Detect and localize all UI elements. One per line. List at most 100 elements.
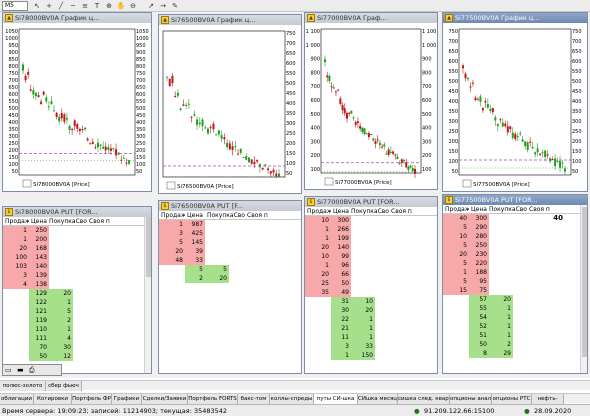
empty-cell[interactable] <box>49 235 73 244</box>
price-cell[interactable]: 220 <box>469 259 489 268</box>
ask-volume[interactable]: 1 <box>305 225 331 234</box>
ask-volume[interactable]: 20 <box>305 243 331 252</box>
vertical-scrollbar[interactable] <box>580 205 587 373</box>
ask-volume[interactable]: 5 <box>443 259 469 268</box>
col-own[interactable]: Своя п <box>245 211 275 219</box>
chart-window-title[interactable]: ▲ Si77500BV0A График ц... <box>443 13 587 23</box>
ask-volume[interactable]: 25 <box>305 279 331 288</box>
chart-window-2[interactable]: ▲ Si76500BV0A График ц... 750 700 650 600 550… <box>158 14 302 194</box>
empty-cell[interactable] <box>3 307 29 316</box>
ask-volume[interactable]: 1 <box>305 261 331 270</box>
text-icon[interactable]: T <box>92 1 102 11</box>
empty-cell[interactable] <box>205 238 229 247</box>
ask-volume[interactable]: 3 <box>159 229 185 238</box>
ask-volume[interactable]: 1 <box>443 268 469 277</box>
ask-volume[interactable]: 10 <box>305 252 331 261</box>
col-price[interactable]: Цена <box>185 211 205 219</box>
price-cell[interactable]: 31 <box>331 297 351 306</box>
price-cell[interactable]: 139 <box>29 271 49 280</box>
empty-cell[interactable] <box>205 256 229 265</box>
col-buy[interactable]: ПокупкаСвоя п <box>349 207 389 215</box>
price-cell[interactable]: 300 <box>331 216 351 225</box>
bid-volume[interactable]: 1 <box>351 324 375 333</box>
price-cell[interactable]: 8 <box>469 349 489 358</box>
empty-cell[interactable] <box>489 277 513 286</box>
chart-window-title[interactable]: ▲ Si77000BV0A Граф... <box>305 13 437 23</box>
empty-cell[interactable] <box>489 286 513 295</box>
price-cell[interactable]: 54 <box>469 313 489 322</box>
price-cell[interactable]: 30 <box>331 306 351 315</box>
orderbook-window-title[interactable]: $ Si77500BV0A PUT [FOR... <box>443 195 587 205</box>
chart-area[interactable]: 1 100 1 000 900 800 700 600 500 400 300 200 100 1 1… <box>305 23 437 189</box>
empty-cell[interactable] <box>305 351 331 360</box>
zoom-in-icon[interactable]: ⊕ <box>104 1 114 11</box>
sheet-tab[interactable]: бакс-том <box>238 394 270 404</box>
arrow-tool-icon[interactable]: ↗ <box>146 1 156 11</box>
chart-window-4[interactable]: ▲ Si77500BV0A График ц... 750 700 650 600 550… <box>442 12 588 192</box>
price-cell[interactable]: 250 <box>469 241 489 250</box>
ask-volume[interactable]: 10 <box>443 232 469 241</box>
col-sell[interactable]: Продаж <box>305 207 331 215</box>
empty-cell[interactable] <box>351 216 375 225</box>
empty-cell[interactable] <box>443 295 469 304</box>
empty-cell[interactable] <box>3 289 29 298</box>
sheet-tab[interactable]: Портфель FORTS <box>188 394 238 404</box>
chart-area[interactable]: 750 700 650 600 550 500 450 400 350 300 250 200 150 1… <box>159 25 301 193</box>
empty-cell[interactable] <box>3 325 29 334</box>
ask-volume[interactable]: 20 <box>159 247 185 256</box>
orderbook-rows[interactable]: 10 300 1 266 1 199 20 140 10 99 1 96 20 66 25 50 35 49 31 1… <box>305 216 437 373</box>
bid-volume[interactable]: 20 <box>49 289 73 298</box>
sheet-tab[interactable]: опционы РТС <box>492 394 532 404</box>
chart-window-title[interactable]: ▲ Si76500BV0A График ц... <box>159 15 301 25</box>
price-cell[interactable]: 3 <box>331 342 351 351</box>
price-cell[interactable]: 50 <box>29 352 49 361</box>
col-sell[interactable]: Продаж <box>443 205 469 213</box>
price-cell[interactable]: 1 <box>331 351 351 360</box>
bid-volume[interactable]: 1 <box>489 304 513 313</box>
col-own[interactable]: Своя п <box>389 207 419 215</box>
ask-volume[interactable]: 5 <box>159 238 185 247</box>
price-cell[interactable]: 52 <box>469 322 489 331</box>
empty-cell[interactable] <box>3 343 29 352</box>
sheet-tab[interactable]: Графики <box>112 394 142 404</box>
empty-cell[interactable] <box>351 261 375 270</box>
price-cell[interactable]: 22 <box>331 315 351 324</box>
ask-volume[interactable]: 1 <box>3 235 29 244</box>
price-cell[interactable]: 96 <box>331 261 351 270</box>
price-cell[interactable]: 51 <box>469 331 489 340</box>
price-cell[interactable]: 168 <box>29 244 49 253</box>
ask-volume[interactable]: 3 <box>3 271 29 280</box>
empty-cell[interactable] <box>205 247 229 256</box>
ask-volume[interactable]: 1 <box>159 220 185 229</box>
empty-cell[interactable] <box>305 342 331 351</box>
sheet-tab[interactable]: сбер фьюч <box>46 381 82 391</box>
price-cell[interactable]: 49 <box>331 288 351 297</box>
price-cell[interactable]: 143 <box>29 253 49 262</box>
orderbook-window-4[interactable]: $ Si77500BV0A PUT [FOR... Продаж Цена Пок… <box>442 194 588 374</box>
sheet-tab[interactable]: путы СИ-шка <box>314 394 358 404</box>
col-price[interactable]: Цена <box>469 205 487 213</box>
col-price[interactable]: Цена <box>331 207 349 215</box>
col-own[interactable]: Своя п <box>527 205 557 213</box>
sheet-tab[interactable]: нефть- <box>532 394 564 404</box>
orderbook-window-1[interactable]: $ Si78000BV0A PUT [FOR... Продаж Цена Пок… <box>2 206 152 374</box>
own-order-value[interactable]: 40 <box>543 214 565 223</box>
empty-cell[interactable] <box>489 232 513 241</box>
price-cell[interactable]: 188 <box>469 268 489 277</box>
empty-cell[interactable] <box>443 322 469 331</box>
price-cell[interactable]: 122 <box>29 298 49 307</box>
bid-volume[interactable]: 2 <box>489 340 513 349</box>
empty-cell[interactable] <box>351 279 375 288</box>
empty-cell[interactable] <box>159 265 185 274</box>
ask-volume[interactable]: 20 <box>443 250 469 259</box>
bid-volume[interactable]: 33 <box>351 342 375 351</box>
price-cell[interactable]: 145 <box>185 238 205 247</box>
empty-cell[interactable] <box>351 252 375 261</box>
empty-cell[interactable] <box>305 333 331 342</box>
bid-volume[interactable]: 1 <box>351 315 375 324</box>
timeframe-select[interactable]: M5 <box>2 1 28 11</box>
orderbook-window-title[interactable]: $ Si78000BV0A PUT [FOR... <box>3 207 151 217</box>
scroll-thumb[interactable] <box>146 217 151 277</box>
ask-volume[interactable]: 4 <box>3 280 29 289</box>
col-buy[interactable]: ПокупкаСвоя п <box>487 205 527 213</box>
